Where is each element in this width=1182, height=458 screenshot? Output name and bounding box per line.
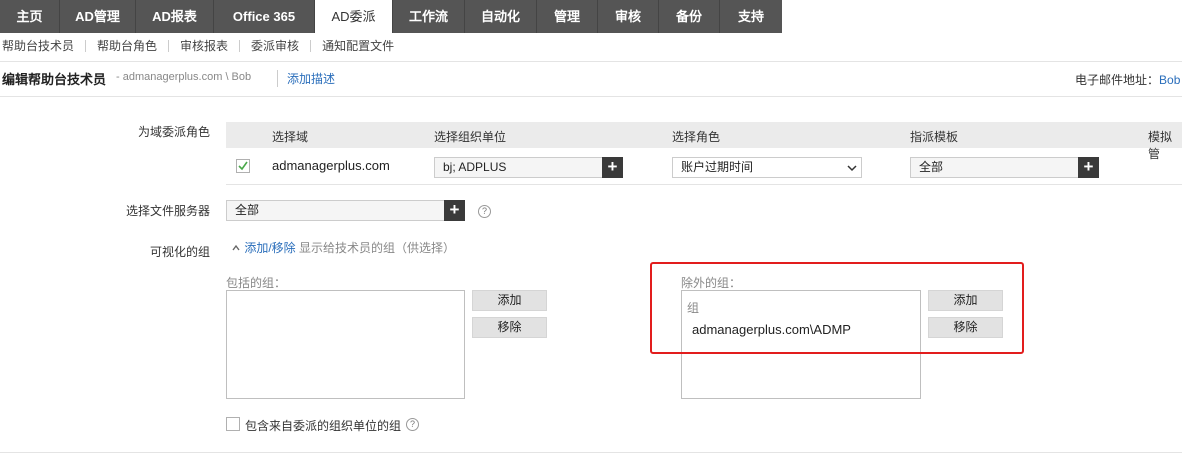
subnav-audit-reports[interactable]: 审核报表 (169, 40, 241, 52)
tab-office365[interactable]: Office 365 (214, 0, 315, 33)
tab-admin[interactable]: 管理 (537, 0, 598, 33)
ou-field[interactable]: bj; ADPLUS (434, 157, 604, 178)
checkmark-icon (238, 161, 248, 171)
domain-value: admanagerplus.com (272, 158, 390, 173)
highlight-box (650, 262, 1024, 354)
file-server-label: 选择文件服务器 (125, 204, 210, 218)
template-field[interactable]: 全部 (910, 157, 1080, 178)
tab-home[interactable]: 主页 (0, 0, 60, 33)
delegation-row: admanagerplus.com bj; ADPLUS + 账户过期时间 全部… (226, 148, 1182, 185)
add-template-button[interactable]: + (1078, 157, 1099, 178)
tab-workflow[interactable]: 工作流 (393, 0, 465, 33)
column-header-ou: 选择组织单位 (434, 130, 507, 144)
file-server-field[interactable]: 全部 (226, 200, 446, 221)
add-description-link[interactable]: 添加描述 (277, 70, 335, 87)
divider (0, 61, 1182, 62)
delegation-grid-header: 选择域 选择组织单位 选择角色 指派模板 模拟管 (226, 122, 1182, 161)
include-delegated-ou-checkbox[interactable] (226, 417, 240, 431)
divider (0, 96, 1182, 97)
chevron-down-icon (847, 165, 857, 172)
role-value: 账户过期时间 (681, 160, 754, 174)
delegate-roles-label: 为域委派角色 (137, 125, 210, 139)
column-header-template: 指派模板 (910, 130, 959, 144)
help-icon[interactable]: ? (406, 418, 419, 431)
subnav-notification-profiles[interactable]: 通知配置文件 (311, 40, 405, 52)
tab-ad-management[interactable]: AD管理 (60, 0, 136, 33)
subnav-helpdesk-roles[interactable]: 帮助台角色 (86, 40, 170, 52)
help-icon[interactable]: ? (478, 205, 491, 218)
email-value[interactable]: Bob (1159, 73, 1180, 87)
tab-audit[interactable]: 审核 (598, 0, 659, 33)
tab-support[interactable]: 支持 (720, 0, 782, 33)
email-label: 电子邮件地址： (1075, 73, 1160, 87)
included-groups-list[interactable] (226, 290, 465, 399)
tab-ad-delegation[interactable]: AD委派 (315, 0, 393, 33)
tab-backup[interactable]: 备份 (659, 0, 720, 33)
chevron-up-icon[interactable] (231, 243, 241, 253)
include-delegated-ou-label: 包含来自委派的组织单位的组 (245, 419, 402, 433)
included-remove-button[interactable]: 移除 (472, 317, 547, 338)
included-groups-label: 包括的组： (226, 276, 287, 290)
visible-groups-label: 可视化的组 (149, 245, 210, 259)
included-add-button[interactable]: 添加 (472, 290, 547, 311)
subnav-helpdesk-technicians[interactable]: 帮助台技术员 (0, 40, 87, 52)
visible-groups-toggle: 添加/移除 显示给技术员的组（供选择） (231, 239, 455, 256)
page-subtitle: - admanagerplus.com \ Bob (116, 71, 252, 83)
visible-groups-hint: 显示给技术员的组（供选择） (299, 241, 456, 255)
add-file-server-button[interactable]: + (444, 200, 465, 221)
page-title: 编辑帮助台技术员 (2, 72, 107, 87)
add-ou-button[interactable]: + (602, 157, 623, 178)
tab-automation[interactable]: 自动化 (465, 0, 537, 33)
subnav-delegation-audit[interactable]: 委派审核 (240, 40, 312, 52)
role-select[interactable]: 账户过期时间 (672, 157, 862, 178)
email-address: 电子邮件地址：Bob (1075, 71, 1180, 88)
column-header-role: 选择角色 (672, 130, 721, 144)
column-header-domain: 选择域 (272, 130, 309, 144)
sub-navigation: 帮助台技术员 帮助台角色 审核报表 委派审核 通知配置文件 (0, 33, 405, 59)
divider (0, 452, 1182, 453)
tab-ad-reports[interactable]: AD报表 (136, 0, 214, 33)
top-navigation: 主页 AD管理 AD报表 Office 365 AD委派 工作流 自动化 管理 … (0, 0, 782, 33)
row-checkbox[interactable] (236, 159, 250, 173)
add-remove-link[interactable]: 添加/移除 (244, 241, 295, 255)
